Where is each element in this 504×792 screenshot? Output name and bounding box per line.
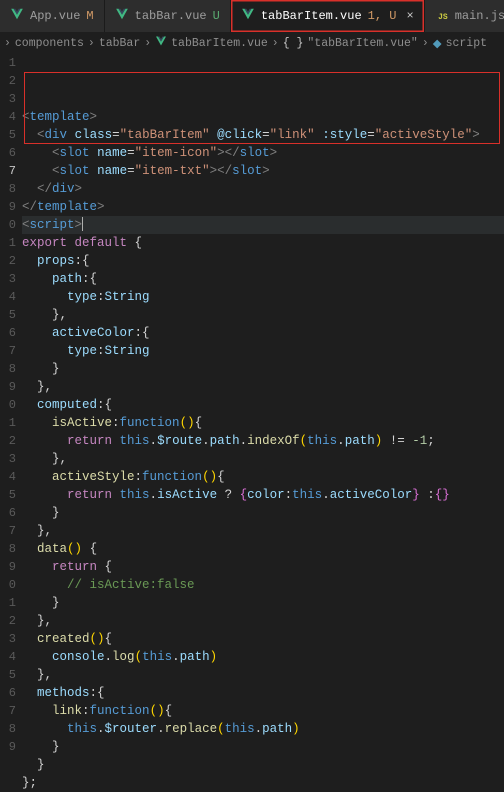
script-icon: ◆ [433, 36, 442, 51]
vue-icon [241, 7, 255, 25]
breadcrumb-symbol[interactable]: "tabBarItem.vue" [307, 37, 417, 50]
tab-status: 1, U [368, 9, 397, 23]
chevron-right-icon: › [88, 37, 95, 50]
breadcrumb: › components › tabBar › tabBarItem.vue ›… [0, 32, 504, 54]
tab-app-vue[interactable]: App.vue M [0, 0, 105, 32]
vue-icon [115, 7, 129, 25]
tab-main-js[interactable]: JS main.js M [425, 0, 504, 32]
tab-tabbar-vue[interactable]: tabBar.vue U [105, 0, 231, 32]
chevron-right-icon: › [4, 37, 11, 50]
breadcrumb-folder[interactable]: components [15, 37, 84, 50]
tab-label: tabBarItem.vue [261, 9, 362, 23]
chevron-right-icon: › [272, 37, 279, 50]
chevron-right-icon: › [422, 37, 429, 50]
vue-icon [10, 7, 24, 25]
chevron-right-icon: › [144, 37, 151, 50]
breadcrumb-tail[interactable]: script [446, 37, 487, 50]
tab-status: U [213, 9, 220, 23]
code-editor[interactable]: 123456789012345678901234567890123456789 … [0, 54, 504, 748]
tab-label: tabBar.vue [135, 9, 207, 23]
tab-status: M [86, 9, 93, 23]
braces-icon: { } [283, 37, 304, 50]
tab-bar: App.vue M tabBar.vue U tabBarItem.vue 1,… [0, 0, 504, 32]
code-area[interactable]: <template> <div class="tabBarItem" @clic… [22, 54, 504, 748]
tab-label: main.js [455, 9, 504, 23]
vue-icon [155, 35, 167, 51]
close-icon[interactable]: × [406, 9, 413, 23]
tab-tabbaritem-vue[interactable]: tabBarItem.vue 1, U × [231, 0, 425, 32]
breadcrumb-file[interactable]: tabBarItem.vue [171, 37, 268, 50]
line-gutter: 123456789012345678901234567890123456789 [0, 54, 22, 748]
tab-label: App.vue [30, 9, 80, 23]
breadcrumb-folder[interactable]: tabBar [99, 37, 140, 50]
js-icon: JS [435, 9, 449, 23]
